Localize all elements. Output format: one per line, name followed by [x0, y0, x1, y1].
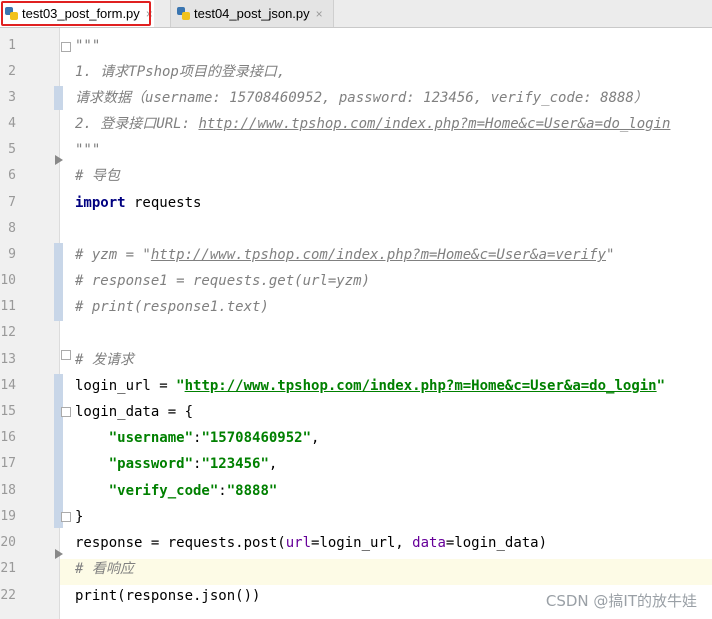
dict-value: "123456" [201, 456, 269, 472]
param-name: url [285, 535, 312, 551]
assignment-text: login_url = [75, 378, 177, 394]
change-marker [54, 243, 63, 321]
call-text: =login_data) [445, 535, 548, 551]
code-line-7[interactable]: import requests [75, 190, 201, 216]
code-line-13[interactable]: # 发请求 [75, 347, 134, 373]
code-line-4[interactable]: 2. 登录接口URL: http://www.tpshop.com/index.… [75, 111, 670, 137]
line-number: 17 [0, 456, 16, 471]
comment-text: " [606, 247, 615, 263]
code-line-11[interactable]: # print(response1.text) [75, 294, 269, 320]
code-line-20[interactable]: response = requests.post(url=login_url, … [75, 530, 547, 556]
line-number: 12 [0, 325, 16, 340]
dict-value: "8888" [226, 483, 278, 499]
comma: , [311, 430, 320, 446]
comment-url-link[interactable]: http://www.tpshop.com/index.php?m=Home&c… [151, 247, 606, 263]
line-number: 9 [8, 247, 16, 262]
line-number: 10 [0, 273, 16, 288]
call-text: response = requests.post( [75, 535, 286, 551]
code-line-9[interactable]: # yzm = "http://www.tpshop.com/index.php… [75, 242, 614, 268]
fold-arrow-icon[interactable] [55, 549, 63, 559]
code-line-14[interactable]: login_url = "http://www.tpshop.com/index… [75, 373, 665, 399]
editor-tab-bar: test03_post_form.py × test04_post_json.p… [0, 0, 712, 28]
close-tab-icon[interactable]: × [316, 7, 323, 21]
line-number: 20 [0, 535, 16, 550]
python-file-icon [177, 6, 191, 21]
watermark: CSDN @搞IT的放牛娃 [545, 592, 697, 610]
change-marker [54, 374, 63, 528]
current-line-highlight [60, 559, 712, 585]
code-line-19[interactable]: } [75, 504, 83, 530]
line-number: 7 [8, 195, 16, 210]
code-line-1[interactable]: """ [75, 33, 100, 59]
keyword-import: import [75, 195, 126, 211]
fold-marker-icon[interactable] [61, 42, 71, 52]
line-number: 14 [0, 378, 16, 393]
fold-arrow-icon[interactable] [55, 155, 63, 165]
comma: , [268, 456, 278, 472]
line-number: 21 [0, 561, 16, 576]
line-number: 15 [0, 404, 16, 419]
comment-text: # yzm = " [75, 247, 151, 263]
code-line-6[interactable]: # 导包 [75, 163, 120, 189]
string-url-link[interactable]: http://www.tpshop.com/index.php?m=Home&c… [185, 378, 657, 394]
code-line-21[interactable]: # 看响应 [75, 556, 134, 582]
docstring-text: 2. 登录接口URL: [75, 116, 199, 132]
tab-test03-post-form[interactable]: test03_post_form.py × [0, 0, 154, 27]
line-number: 13 [0, 352, 16, 367]
line-number: 2 [8, 64, 16, 79]
fold-marker-icon[interactable] [61, 407, 71, 417]
param-name: data [412, 535, 446, 551]
string-quote: " [656, 378, 666, 394]
code-line-5[interactable]: """ [75, 137, 100, 163]
fold-marker-icon[interactable] [61, 350, 71, 360]
line-number: 8 [8, 221, 16, 236]
colon: : [218, 483, 227, 499]
string-quote: " [176, 378, 185, 394]
line-number: 19 [0, 509, 16, 524]
line-number: 4 [8, 116, 16, 131]
code-line-17[interactable]: "password":"123456", [75, 451, 278, 477]
code-line-22[interactable]: print(response.json()) [75, 583, 260, 609]
docstring-url-link[interactable]: http://www.tpshop.com/index.php?m=Home&c… [198, 116, 670, 132]
line-number: 11 [0, 299, 16, 314]
line-number: 3 [8, 90, 16, 105]
call-text: =login_url, [311, 535, 413, 551]
fold-marker-icon[interactable] [61, 512, 71, 522]
dict-key: "verify_code" [108, 483, 219, 499]
code-line-2[interactable]: 1. 请求TPshop项目的登录接口, [75, 59, 285, 85]
line-number: 5 [8, 142, 16, 157]
code-line-18[interactable]: "verify_code":"8888" [75, 478, 278, 504]
tab-label: test04_post_json.py [194, 6, 310, 21]
tab-test04-post-json[interactable]: test04_post_json.py × [170, 0, 334, 27]
module-name: requests [125, 195, 202, 211]
change-marker [54, 86, 63, 110]
tab-highlight-box [1, 1, 151, 26]
code-line-16[interactable]: "username":"15708460952", [75, 425, 320, 451]
dict-value: "15708460952" [201, 430, 312, 446]
code-line-10[interactable]: # response1 = requests.get(url=yzm) [75, 268, 370, 294]
line-number: 1 [8, 38, 16, 53]
code-line-15[interactable]: login_data = { [75, 399, 193, 425]
code-line-3[interactable]: 请求数据（username: 15708460952, password: 12… [75, 85, 648, 111]
line-number: 6 [8, 168, 16, 183]
python-file-icon [5, 6, 19, 21]
dict-key: "password" [108, 456, 194, 472]
line-number: 22 [0, 588, 16, 603]
line-number: 18 [0, 483, 16, 498]
line-number: 16 [0, 430, 16, 445]
dict-key: "username" [108, 430, 194, 446]
